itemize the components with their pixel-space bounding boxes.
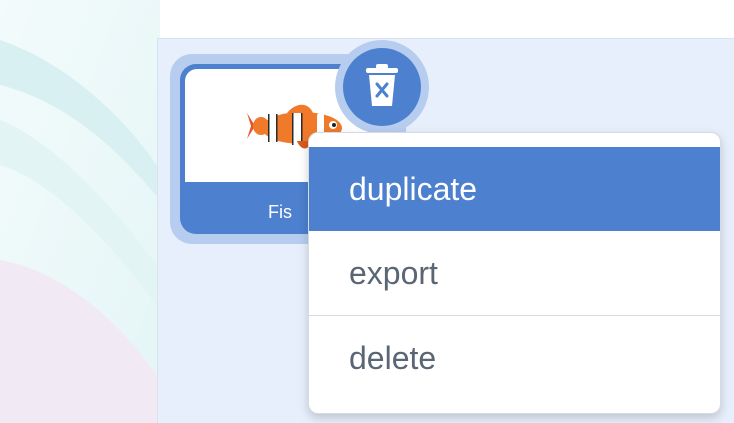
delete-sprite-button-body[interactable] — [343, 48, 421, 126]
delete-sprite-button[interactable] — [335, 40, 429, 134]
sprite-context-menu: duplicate export delete — [308, 132, 721, 414]
menu-item-duplicate[interactable]: duplicate — [309, 147, 720, 231]
stage-backdrop — [0, 0, 160, 423]
menu-item-delete[interactable]: delete — [309, 316, 720, 400]
sprite-editor-area: Fis duplicate export delete — [0, 0, 734, 423]
trash-icon — [366, 64, 398, 106]
menu-item-export[interactable]: export — [309, 231, 720, 315]
